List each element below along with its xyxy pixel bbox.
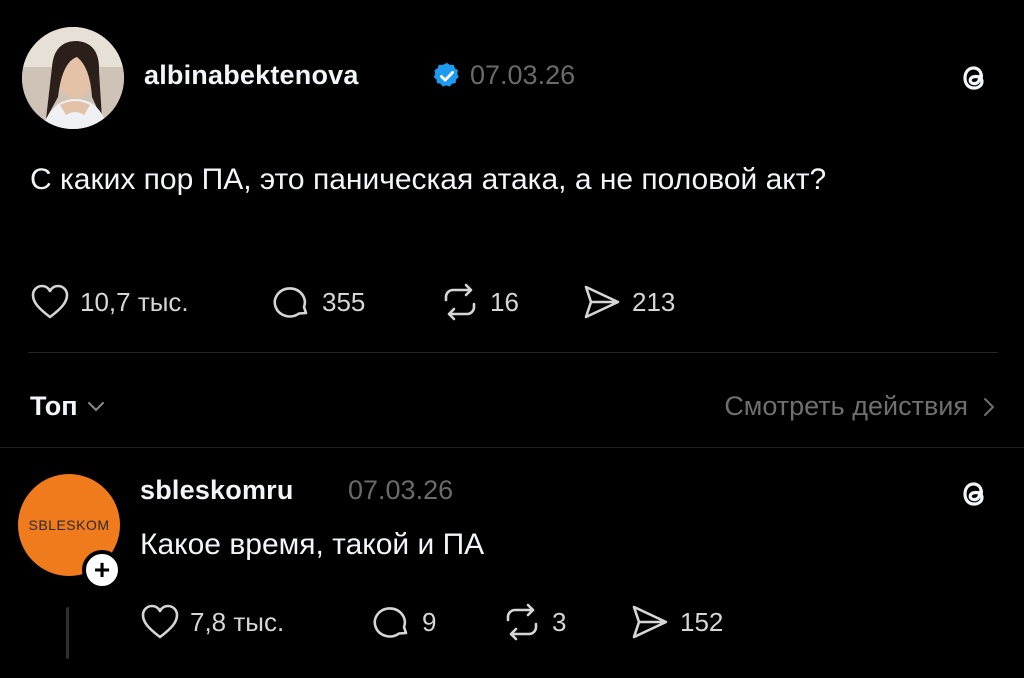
threads-logo-icon[interactable] xyxy=(954,58,994,103)
post-date: 07.03.26 xyxy=(470,60,576,90)
sort-label: Топ xyxy=(30,391,78,421)
reply-username[interactable]: sbleskomru xyxy=(140,475,294,506)
comment-icon xyxy=(373,607,408,638)
repost-icon xyxy=(444,283,476,321)
post-text: С каких пор ПА, это паническая атака, а … xyxy=(30,163,827,196)
verified-badge-icon xyxy=(432,61,462,96)
view-activity-label: Смотреть действия xyxy=(724,391,968,421)
reply-avatar-logo: SBLESKOM xyxy=(28,517,110,533)
send-icon xyxy=(632,605,668,639)
repost-button[interactable]: 16 xyxy=(440,283,519,321)
share-button[interactable]: 213 xyxy=(582,283,675,321)
reply-date: 07.03.26 xyxy=(348,475,454,505)
like-button[interactable]: 10,7 тыс. xyxy=(30,283,189,321)
like-count: 10,7 тыс. xyxy=(80,286,189,317)
thread-line xyxy=(66,607,69,659)
heart-icon xyxy=(31,284,69,319)
sort-dropdown[interactable]: Топ xyxy=(30,391,106,422)
follow-plus-button[interactable]: + xyxy=(82,550,122,590)
reply-share-count: 152 xyxy=(680,606,724,637)
reply-comment-count: 9 xyxy=(422,606,437,637)
reply-comment-button[interactable]: 9 xyxy=(372,603,436,641)
author-username[interactable]: albinabektenova xyxy=(144,60,359,91)
reply-repost-count: 3 xyxy=(552,606,567,637)
author-avatar[interactable] xyxy=(22,27,124,129)
author-photo xyxy=(22,27,124,129)
chevron-down-icon xyxy=(87,401,104,411)
reply-like-count: 7,8 тыс. xyxy=(190,606,285,637)
view-activity-link[interactable]: Смотреть действия xyxy=(724,391,996,422)
reply-like-button[interactable]: 7,8 тыс. xyxy=(140,603,284,641)
section-separator xyxy=(0,447,1024,448)
divider xyxy=(28,352,998,353)
repost-count: 16 xyxy=(490,286,519,317)
threads-logo-icon[interactable] xyxy=(954,474,994,519)
reply-share-button[interactable]: 152 xyxy=(630,603,723,641)
heart-icon xyxy=(141,604,179,639)
reply-text: Какое время, такой и ПА xyxy=(140,528,485,561)
comment-button[interactable]: 355 xyxy=(272,283,365,321)
comment-icon xyxy=(273,287,308,318)
share-count: 213 xyxy=(632,286,676,317)
comment-count: 355 xyxy=(322,286,366,317)
reply-repost-button[interactable]: 3 xyxy=(502,603,566,641)
send-icon xyxy=(584,285,620,319)
repost-icon xyxy=(506,603,538,641)
plus-icon: + xyxy=(93,554,111,585)
chevron-right-icon xyxy=(984,397,995,416)
